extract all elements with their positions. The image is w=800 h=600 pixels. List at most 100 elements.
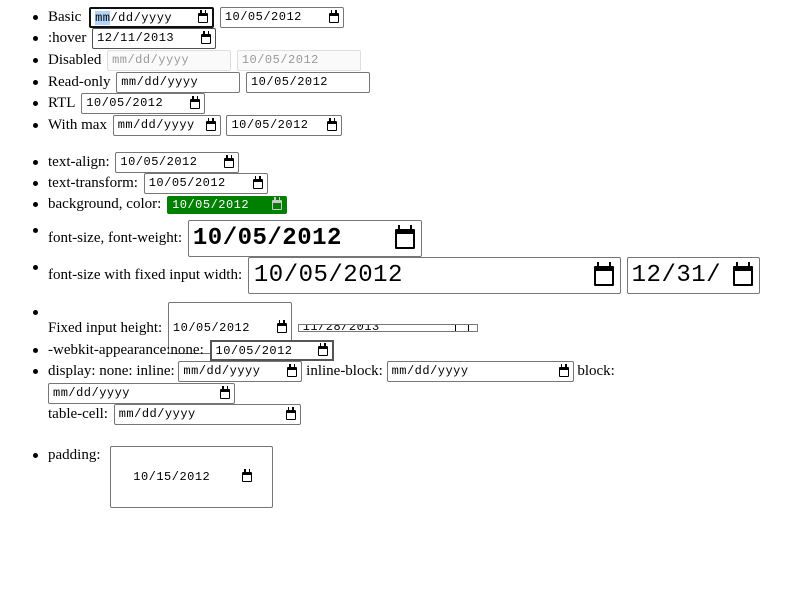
date-value: 10/15/2012 <box>133 470 211 484</box>
calendar-icon[interactable] <box>732 261 753 286</box>
calendar-icon[interactable] <box>328 9 339 23</box>
date-input-basic-empty[interactable]: mm/dd/yyyy <box>89 7 215 29</box>
label-with-max: With max <box>48 117 107 134</box>
date-value: 10/05/2012 <box>120 155 198 170</box>
date-input-disabled-empty: mm/dd/yyyy <box>107 50 232 72</box>
date-placeholder: mm/dd/yyyy <box>121 75 199 90</box>
date-placeholder: /dd/yyyy <box>110 11 173 26</box>
label-padding: padding: <box>48 447 101 464</box>
calendar-icon[interactable] <box>285 406 296 420</box>
date-input-fixed-width-narrow[interactable]: 12/31/ <box>626 257 760 294</box>
label-background-color: background, color: <box>48 196 162 213</box>
label-fixed-height: Fixed input height: <box>48 319 163 336</box>
date-input-appearance-none[interactable]: 10/05/2012 <box>209 340 334 362</box>
label-display-inline: display: none: inline: <box>48 363 175 380</box>
calendar-icon[interactable] <box>224 154 235 168</box>
list-item-padding: padding: 10/15/2012 <box>32 445 274 508</box>
date-value: 12/11/2013 <box>97 31 175 46</box>
date-placeholder: mm/dd/yyyy <box>183 364 261 379</box>
date-placeholder: mm/dd/yyyy <box>391 364 469 379</box>
date-placeholder: mm/dd/yyyy <box>53 386 131 401</box>
list-item-appearance-none: -webkit-appearance:none: 10/05/2012 <box>33 340 334 362</box>
label-appearance-none: -webkit-appearance:none: <box>48 342 204 359</box>
calendar-icon[interactable] <box>220 385 230 399</box>
calendar-icon[interactable] <box>454 325 469 331</box>
list-item-font-size-weight: font-size, font-weight: 10/05/2012 <box>33 220 422 257</box>
date-input-text-align[interactable]: 10/05/2012 <box>115 152 240 174</box>
label-disabled: Disabled <box>48 52 102 69</box>
date-value: 10/05/2012 <box>172 197 250 212</box>
list-item-with-max: With max mm/dd/yyyy 10/05/2012 <box>32 115 343 137</box>
calendar-icon[interactable] <box>272 196 283 210</box>
date-input-with-max[interactable]: 10/05/2012 <box>226 115 343 137</box>
list-item-text-transform: text-transform: 10/05/2012 <box>33 173 268 195</box>
calendar-icon[interactable] <box>201 30 212 44</box>
date-input-with-max-empty[interactable]: mm/dd/yyyy <box>112 115 221 137</box>
label-text-transform: text-transform: <box>48 175 138 192</box>
list-item-display: display: none: inline: mm/dd/yyyy inline… <box>33 361 615 426</box>
list-item-disabled: Disabled mm/dd/yyyy 10/05/2012 <box>33 50 361 72</box>
calendar-icon[interactable] <box>593 261 614 286</box>
date-input-readonly-empty[interactable]: mm/dd/yyyy <box>116 72 241 94</box>
date-input-basic[interactable]: 10/05/2012 <box>219 7 344 29</box>
label-text-align: text-align: <box>48 154 110 171</box>
date-input-text-transform[interactable]: 10/05/2012 <box>143 173 268 195</box>
list-item-basic: Basic mm/dd/yyyy 10/05/2012 <box>33 7 344 29</box>
date-input-padding[interactable]: 10/15/2012 <box>110 446 274 508</box>
month-segment[interactable]: mm <box>95 11 111 26</box>
date-value: 10/05/2012 <box>241 53 319 68</box>
date-value: 10/05/2012 <box>148 176 226 191</box>
label-display-block: block: <box>577 363 615 380</box>
date-input-font-size-weight[interactable]: 10/05/2012 <box>187 220 422 257</box>
date-value: 10/05/2012 <box>215 344 293 359</box>
date-input-rtl[interactable]: 10/05/2012 <box>81 93 206 115</box>
label-hover: :hover <box>48 30 87 47</box>
label-font-size-weight: font-size, font-weight: <box>48 230 183 246</box>
calendar-icon[interactable] <box>252 175 263 189</box>
label-display-table-cell: table-cell: <box>48 406 108 423</box>
calendar-icon[interactable] <box>242 469 253 482</box>
calendar-icon[interactable] <box>558 363 569 377</box>
date-placeholder: mm/dd/yyyy <box>117 118 195 133</box>
date-placeholder: mm/dd/yyyy <box>112 53 190 68</box>
calendar-icon[interactable] <box>317 342 328 356</box>
calendar-icon[interactable] <box>190 95 201 109</box>
list-item-background-color: background, color: 10/05/2012 <box>32 194 288 215</box>
list-item-hover: :hover 12/11/2013 <box>32 28 217 50</box>
date-input-fixed-height-short[interactable]: 11/28/2013 <box>297 324 478 332</box>
date-value: 10/05/2012 <box>231 118 309 133</box>
date-value: 10/05/2012 <box>172 321 250 335</box>
date-input-disabled: 10/05/2012 <box>236 50 361 72</box>
label-readonly: Read-only <box>48 74 111 91</box>
label-display-inline-block: inline-block: <box>306 363 383 380</box>
label-rtl: RTL <box>48 95 76 112</box>
date-input-display-inline[interactable]: mm/dd/yyyy <box>178 361 303 383</box>
date-value: 11/28/2013 <box>302 324 380 332</box>
date-placeholder: mm/dd/yyyy <box>118 407 196 422</box>
list-item-rtl: RTL 10/05/2012 <box>32 93 206 115</box>
date-input-hover[interactable]: 12/11/2013 <box>92 28 217 50</box>
date-input-display-table-cell[interactable]: mm/dd/yyyy <box>113 404 301 426</box>
date-input-display-inline-block[interactable]: mm/dd/yyyy <box>386 361 574 383</box>
date-value: 10/05/2012 <box>86 96 164 111</box>
date-value: 12/31/ <box>631 262 722 289</box>
calendar-icon[interactable] <box>276 320 287 333</box>
list-item-readonly: Read-only mm/dd/yyyy 10/05/2012 <box>33 72 370 94</box>
date-value: 10/05/2012 <box>192 225 342 252</box>
calendar-icon[interactable] <box>394 224 415 249</box>
calendar-icon[interactable] <box>287 363 298 377</box>
date-input-display-block[interactable]: mm/dd/yyyy <box>48 383 235 405</box>
date-input-readonly[interactable]: 10/05/2012 <box>245 72 370 94</box>
list-item-fixed-width: font-size with fixed input width: 10/05/… <box>33 257 760 294</box>
date-value: 10/05/2012 <box>253 262 403 289</box>
date-input-background-color[interactable]: 10/05/2012 <box>167 195 288 214</box>
calendar-icon[interactable] <box>205 117 216 131</box>
calendar-icon[interactable] <box>327 117 338 131</box>
date-value: 10/05/2012 <box>250 75 328 90</box>
date-value: 10/05/2012 <box>224 10 302 25</box>
date-input-fixed-width-wide[interactable]: 10/05/2012 <box>247 257 621 294</box>
label-fixed-width: font-size with fixed input width: <box>48 267 243 283</box>
list-item-text-align: text-align: 10/05/2012 <box>32 152 240 174</box>
calendar-icon[interactable] <box>198 9 209 23</box>
label-basic: Basic <box>48 9 82 26</box>
